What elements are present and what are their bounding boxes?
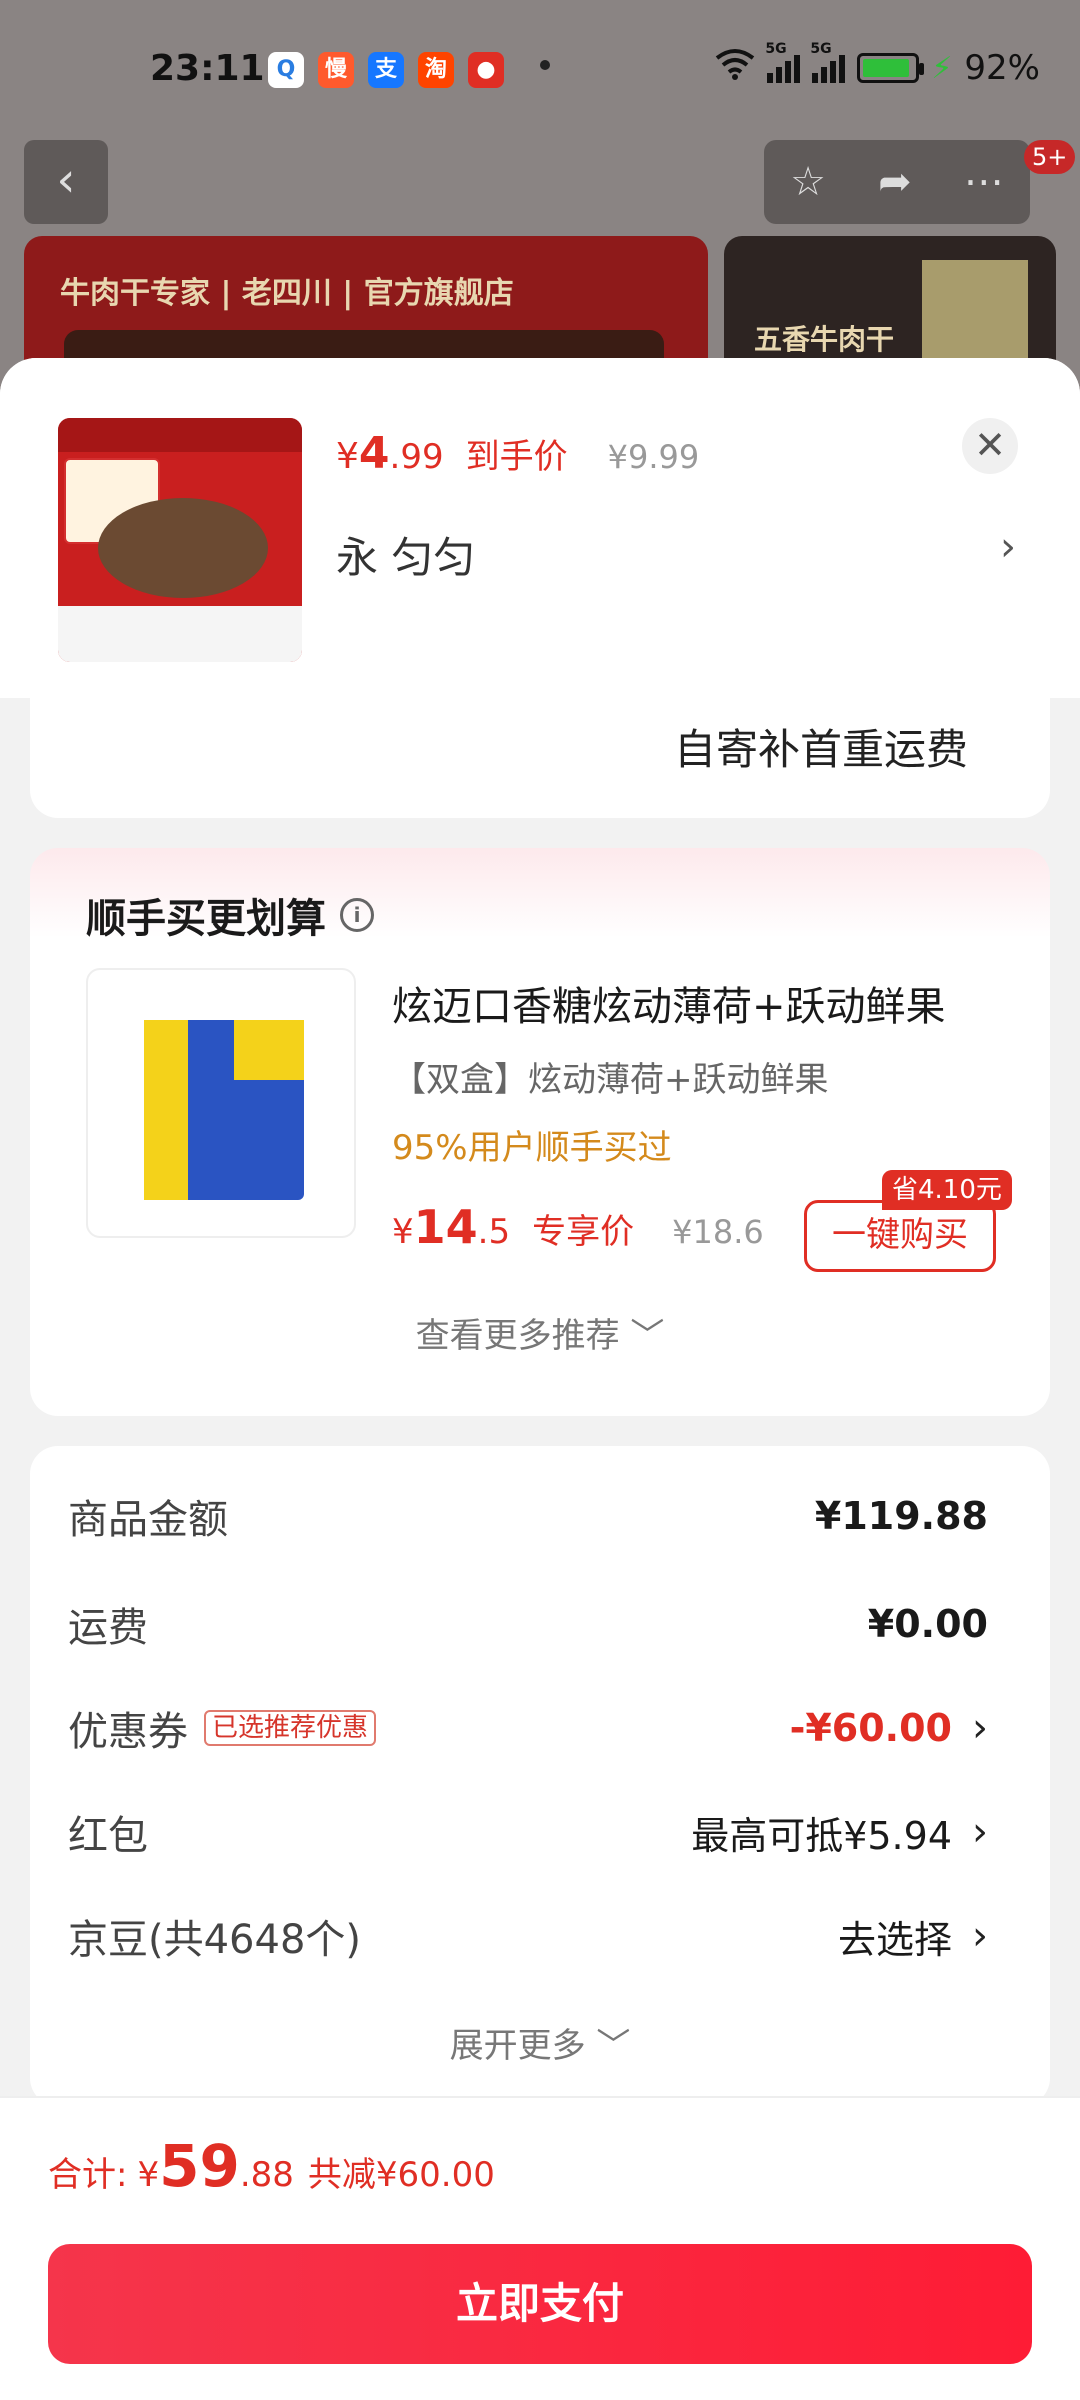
redpacket-value: 最高可抵¥5.94	[691, 1813, 952, 1858]
recommend-bought-text: 95%用户顺手买过	[392, 1128, 672, 1168]
man-app-icon: 慢	[318, 52, 354, 88]
battery-icon	[857, 53, 925, 83]
sheet-header: ¥ 4 .99 到手价 ¥9.99 永 匀匀 › ✕	[0, 358, 1080, 698]
product-banner-text: 五香牛肉干	[754, 323, 895, 356]
recommend-product-sub: 【双盒】炫动薄荷+跃动鲜果	[392, 1060, 829, 1100]
pay-now-button[interactable]: 立即支付	[48, 2244, 1032, 2364]
share-icon[interactable]: ➦	[878, 159, 912, 205]
chevron-right-icon: ›	[972, 1809, 988, 1855]
summary-card: 商品金额 ¥119.88 运费 ¥0.00 优惠券 已选推荐优惠 -¥60.00…	[30, 1446, 1050, 2106]
exclusive-price-tag: 专享价	[532, 1212, 635, 1252]
chevron-right-icon: ›	[972, 1913, 988, 1959]
coupon-badge: 已选推荐优惠	[204, 1710, 377, 1746]
save-badge: 省4.10元	[882, 1170, 1012, 1210]
recommend-price: ¥ 14 .5 专享价 ¥18.6	[392, 1200, 764, 1254]
battery-percent: 92%	[964, 48, 1040, 88]
more-recommend-link[interactable]: 查看更多推荐 ﹀	[30, 1308, 1050, 1357]
recommend-product-image[interactable]	[86, 968, 356, 1238]
chevron-down-icon: ﹀	[596, 2026, 631, 2066]
product-price: ¥ 4 .99 到手价 ¥9.99	[336, 428, 700, 479]
checkout-sheet: ¥ 4 .99 到手价 ¥9.99 永 匀匀 › ✕ 自寄补首重运费 顺手买更划…	[0, 358, 1080, 2400]
checkout-footer: 合计: ¥ 59 .88 共减¥60.00 立即支付	[0, 2096, 1080, 2400]
pdd-icon: ●	[468, 52, 504, 88]
shipping-card: 自寄补首重运费	[30, 694, 1050, 818]
product-thumbnail	[58, 418, 302, 662]
notification-dot-icon	[540, 60, 550, 70]
coupon-value: -¥60.00	[789, 1706, 952, 1750]
search-app-icon: Q	[268, 52, 304, 88]
wifi-icon	[715, 48, 755, 89]
chevron-down-icon: ﹀	[630, 1316, 665, 1356]
selected-spec[interactable]: 永 匀匀	[336, 524, 475, 585]
back-button[interactable]: ‹	[24, 140, 108, 224]
store-banner-text: 牛肉干专家 | 老四川 | 官方旗舰店	[60, 276, 514, 311]
taobao-icon: 淘	[418, 52, 454, 88]
original-price: ¥9.99	[607, 438, 700, 476]
summary-row-coupon[interactable]: 优惠券 已选推荐优惠 -¥60.00 ›	[68, 1698, 988, 1758]
recommend-original-price: ¥18.6	[672, 1213, 764, 1251]
spec-chevron-icon[interactable]: ›	[1000, 524, 1016, 570]
signal-5g-icon: 5G	[765, 41, 801, 83]
recommend-product-name[interactable]: 炫迈口香糖炫动薄荷+跃动鲜果	[392, 974, 946, 1032]
status-bar: 23:11 Q 慢 支 淘 ● 5G 5G ⚡ 92%	[0, 0, 1080, 130]
favorite-icon[interactable]: ☆	[790, 159, 826, 205]
expand-more-link[interactable]: 展开更多 ﹀	[30, 2018, 1050, 2067]
info-icon[interactable]: i	[340, 898, 374, 932]
status-right: 5G 5G ⚡ 92%	[715, 41, 1040, 89]
message-badge: 5+	[1024, 140, 1076, 174]
summary-row-jingdou[interactable]: 京豆(共4648个) 去选择 ›	[68, 1906, 988, 1966]
nav-actions: ☆ ➦ ⋯	[764, 140, 1030, 224]
status-time: 23:11	[150, 48, 265, 89]
signal-5g-icon-2: 5G	[810, 41, 846, 83]
close-icon[interactable]: ✕	[962, 418, 1018, 474]
jingdou-value: 去选择	[837, 1917, 952, 1962]
alipay-icon: 支	[368, 52, 404, 88]
more-icon[interactable]: ⋯	[964, 159, 1004, 205]
summary-row-redpacket[interactable]: 红包 最高可抵¥5.94 ›	[68, 1802, 988, 1862]
charging-icon: ⚡	[931, 50, 953, 86]
total-amount: 合计: ¥ 59 .88 共减¥60.00	[48, 2132, 495, 2200]
recommend-card: 顺手买更划算 i 炫迈口香糖炫动薄荷+跃动鲜果 【双盒】炫动薄荷+跃动鲜果 95…	[30, 848, 1050, 1416]
chevron-right-icon: ›	[972, 1705, 988, 1751]
recommend-title: 顺手买更划算 i	[86, 886, 374, 944]
total-saved: 共减¥60.00	[307, 2155, 495, 2195]
price-tag: 到手价	[465, 437, 568, 477]
one-click-buy-button[interactable]: 一键购买	[804, 1200, 996, 1272]
summary-row-goods: 商品金额 ¥119.88	[68, 1494, 988, 1543]
background-product-page: 23:11 Q 慢 支 淘 ● 5G 5G ⚡ 92% ‹ ☆ ➦ ⋯ 5+ 牛…	[0, 0, 1080, 420]
summary-row-shipping: 运费 ¥0.00	[68, 1602, 988, 1651]
shipping-text: 自寄补首重运费	[673, 725, 968, 774]
